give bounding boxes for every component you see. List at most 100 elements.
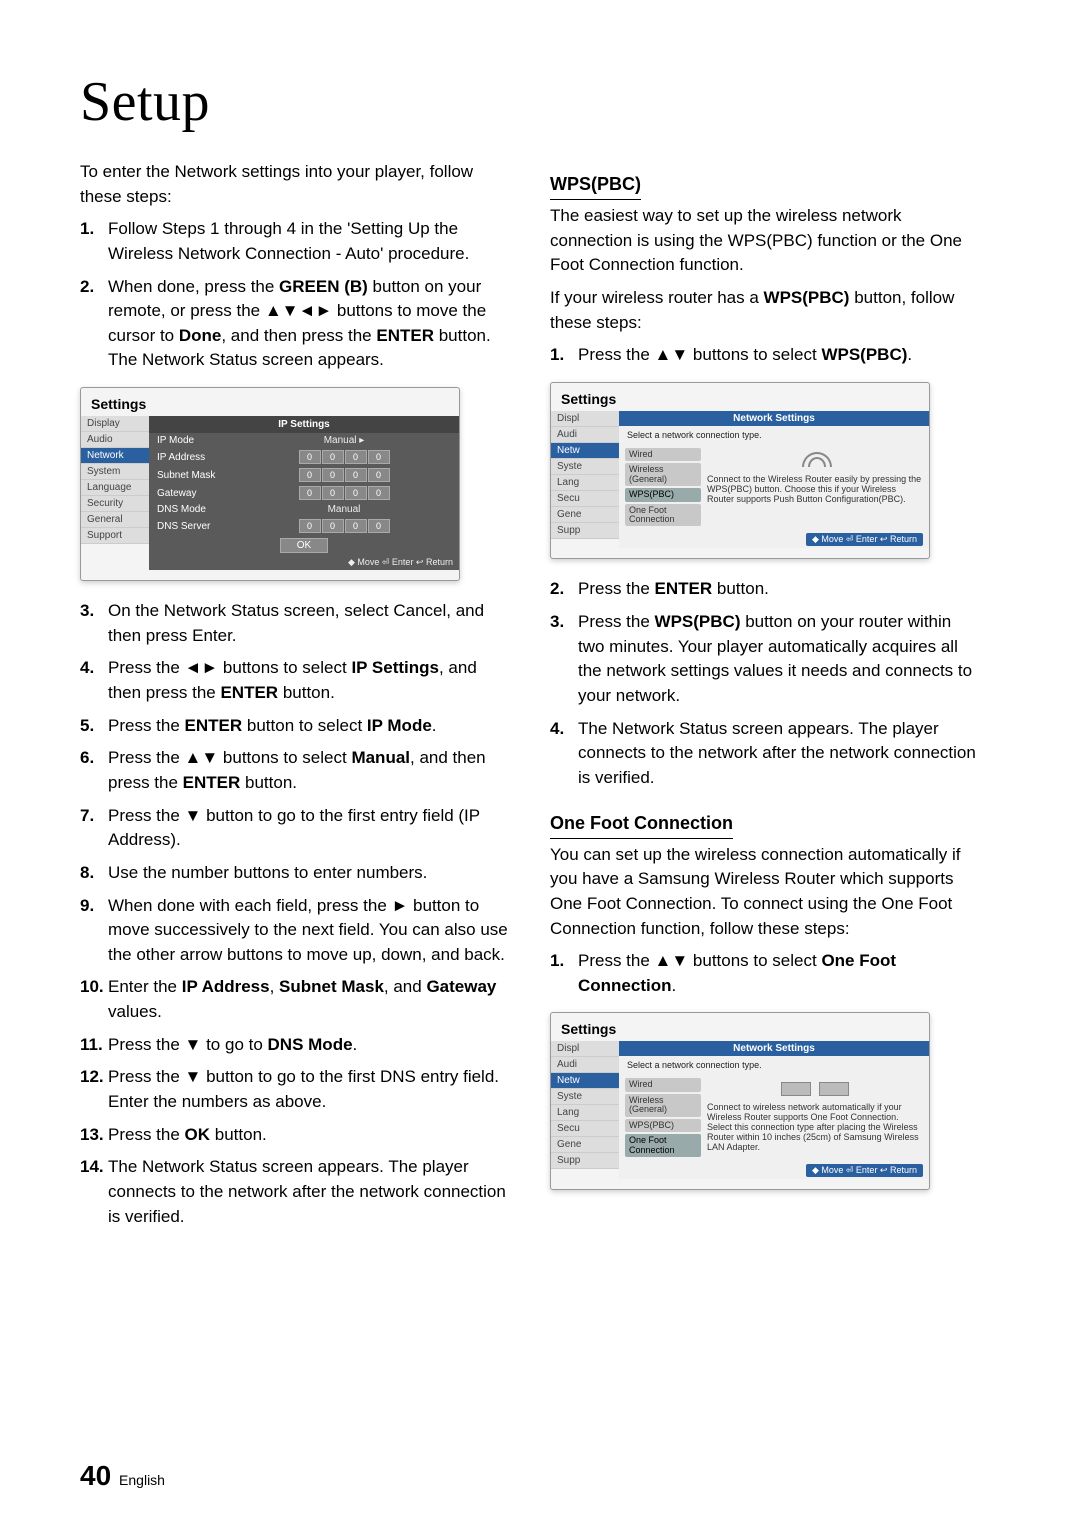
sidebar-item[interactable]: General	[81, 512, 149, 528]
sidebar-item[interactable]: Audio	[81, 432, 149, 448]
step-item: Press the OK button.	[80, 1123, 510, 1148]
page-lang: English	[119, 1472, 165, 1488]
step-item: Press the ▲▼ buttons to select One Foot …	[550, 949, 980, 998]
step-item: Follow Steps 1 through 4 in the 'Setting…	[80, 217, 510, 266]
ip-octet[interactable]: 0	[345, 468, 367, 482]
ip-octet[interactable]: 0	[299, 468, 321, 482]
panel-title: Settings	[551, 383, 929, 411]
ip-octet[interactable]: 0	[299, 450, 321, 464]
ip-row: Gateway0000	[149, 484, 459, 502]
sidebar-item[interactable]: Secu	[551, 1121, 619, 1137]
step-item: The Network Status screen appears. The p…	[80, 1155, 510, 1229]
wps-p1: The easiest way to set up the wireless n…	[550, 204, 980, 278]
sidebar-item[interactable]: Audi	[551, 1057, 619, 1073]
ip-octet[interactable]: 0	[368, 450, 390, 464]
sidebar-item[interactable]: Security	[81, 496, 149, 512]
wifi-icon	[802, 452, 828, 468]
connection-type-list: Wired Wireless (General) WPS(PBC) One Foot …	[619, 444, 705, 533]
ns-main-pane: Network Settings Select a network connec…	[619, 1041, 929, 1179]
ip-octet[interactable]: 0	[299, 486, 321, 500]
sidebar-item[interactable]: Netw	[551, 443, 619, 459]
step-item: Press the WPS(PBC) button on your router…	[550, 610, 980, 709]
sidebar-item[interactable]: Network	[81, 448, 149, 464]
wps-panel: Settings DisplAudiNetwSysteLangSecuGeneS…	[550, 382, 930, 560]
connection-type-item[interactable]: WPS(PBC)	[625, 488, 701, 501]
sidebar-item[interactable]: Lang	[551, 1105, 619, 1121]
ip-octet[interactable]: 0	[322, 468, 344, 482]
sidebar-item[interactable]: System	[81, 464, 149, 480]
ip-octet[interactable]: 0	[345, 450, 367, 464]
side-menu: DisplAudiNetwSysteLangSecuGeneSupp	[551, 1041, 619, 1179]
sidebar-item[interactable]: Supp	[551, 1153, 619, 1169]
step-item: Press the ENTER button.	[550, 577, 980, 602]
connection-type-item[interactable]: Wireless (General)	[625, 1094, 701, 1117]
ofc-desc: Connect to wireless network automaticall…	[705, 1074, 929, 1163]
step-item: Use the number buttons to enter numbers.	[80, 861, 510, 886]
sidebar-item[interactable]: Syste	[551, 1089, 619, 1105]
ip-octet[interactable]: 0	[368, 519, 390, 533]
sidebar-item[interactable]: Supp	[551, 523, 619, 539]
sidebar-item[interactable]: Syste	[551, 459, 619, 475]
ofc-p1: You can set up the wireless connection a…	[550, 843, 980, 942]
left-intro: To enter the Network settings into your …	[80, 160, 510, 209]
ip-octet[interactable]: 0	[322, 519, 344, 533]
connection-type-item[interactable]: WPS(PBC)	[625, 1119, 701, 1132]
wps-heading: WPS(PBC)	[550, 174, 641, 200]
ip-octet[interactable]: 0	[299, 519, 321, 533]
ofc-panel: Settings DisplAudiNetwSysteLangSecuGeneS…	[550, 1012, 930, 1190]
ofc-steps-before: Press the ▲▼ buttons to select One Foot …	[550, 949, 980, 998]
sidebar-item[interactable]: Display	[81, 416, 149, 432]
wps-desc: Connect to the Wireless Router easily by…	[705, 444, 929, 533]
sidebar-item[interactable]: Gene	[551, 1137, 619, 1153]
panel-hints: ◆ Move ⏎ Enter ↩ Return	[348, 557, 453, 568]
ok-button[interactable]: OK	[280, 538, 328, 553]
sidebar-item[interactable]: Netw	[551, 1073, 619, 1089]
ip-label: IP Address	[157, 452, 237, 463]
mode-value[interactable]: Manual ▸	[237, 435, 451, 446]
ip-octet[interactable]: 0	[368, 486, 390, 500]
wps-steps-after: Press the ENTER button. Press the WPS(PBC…	[550, 577, 980, 790]
pane-title: Network Settings	[619, 1041, 929, 1056]
side-menu: DisplAudiNetwSysteLangSecuGeneSupp	[551, 411, 619, 549]
connection-type-item[interactable]: One Foot Connection	[625, 1134, 701, 1157]
connection-type-item[interactable]: Wired	[625, 448, 701, 461]
sidebar-item[interactable]: Displ	[551, 411, 619, 427]
right-column: WPS(PBC) The easiest way to set up the w…	[550, 160, 980, 1237]
ip-octet[interactable]: 0	[345, 486, 367, 500]
ip-row: DNS Server0000	[149, 517, 459, 535]
step-item: Press the ▼ button to go to the first DN…	[80, 1065, 510, 1114]
desc-text: Connect to wireless network automaticall…	[707, 1102, 923, 1152]
step-item: Press the ▲▼ buttons to select WPS(PBC).	[550, 343, 980, 368]
ip-octet[interactable]: 0	[322, 486, 344, 500]
connection-type-item[interactable]: One Foot Connection	[625, 504, 701, 527]
left-steps-after: On the Network Status screen, select Can…	[80, 599, 510, 1229]
page-number: 40	[80, 1460, 111, 1491]
step-item: Press the ◄► buttons to select IP Settin…	[80, 656, 510, 705]
sidebar-item[interactable]: Audi	[551, 427, 619, 443]
page-footer: 40 English	[80, 1460, 165, 1492]
ip-octet[interactable]: 0	[345, 519, 367, 533]
step-item: Press the ▼ to go to DNS Mode.	[80, 1033, 510, 1058]
step-item: When done with each field, press the ► b…	[80, 894, 510, 968]
pane-sub: Select a network connection type.	[619, 1056, 929, 1074]
sidebar-item[interactable]: Support	[81, 528, 149, 544]
page-title: Setup	[80, 70, 1010, 134]
sidebar-item[interactable]: Secu	[551, 491, 619, 507]
step-item: The Network Status screen appears. The p…	[550, 717, 980, 791]
connection-type-item[interactable]: Wired	[625, 1078, 701, 1091]
connection-type-item[interactable]: Wireless (General)	[625, 463, 701, 486]
router-player-icon	[781, 1082, 849, 1096]
sidebar-item[interactable]: Displ	[551, 1041, 619, 1057]
ip-octet[interactable]: 0	[322, 450, 344, 464]
sidebar-item[interactable]: Gene	[551, 507, 619, 523]
sidebar-item[interactable]: Lang	[551, 475, 619, 491]
wps-steps-before: Press the ▲▼ buttons to select WPS(PBC).	[550, 343, 980, 368]
pane-title: Network Settings	[619, 411, 929, 426]
sidebar-item[interactable]: Language	[81, 480, 149, 496]
ip-row: Subnet Mask0000	[149, 466, 459, 484]
ip-octet[interactable]: 0	[368, 468, 390, 482]
mode-value[interactable]: Manual	[237, 504, 451, 515]
ip-label: Gateway	[157, 488, 237, 499]
ip-row: IP Address0000	[149, 448, 459, 466]
ip-settings-panel: Settings DisplayAudioNetworkSystemLangua…	[80, 387, 460, 581]
